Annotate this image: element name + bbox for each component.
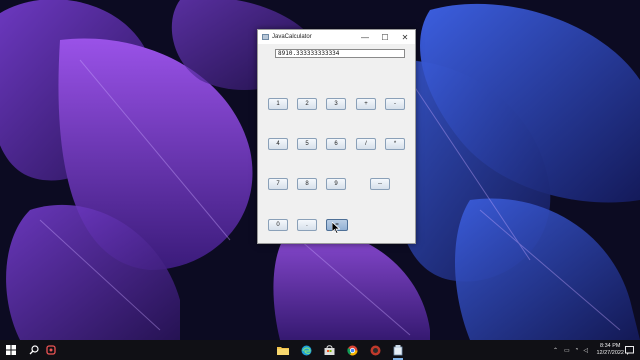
key-dot[interactable]: .	[297, 219, 317, 231]
key-3[interactable]: 3	[326, 98, 346, 110]
key-8[interactable]: 8	[297, 178, 317, 190]
key-clear[interactable]: --	[370, 178, 390, 190]
file-explorer-icon[interactable]	[276, 343, 290, 357]
wifi-icon[interactable]: ◔	[575, 347, 579, 353]
minimize-button[interactable]: —	[355, 30, 375, 44]
key-9[interactable]: 9	[326, 178, 346, 190]
chevron-up-icon[interactable]: ⌃	[553, 347, 558, 354]
key-6[interactable]: 6	[326, 138, 346, 150]
notification-icon[interactable]	[622, 343, 636, 357]
taskbar-clock[interactable]: 8:34 PM 12/27/2022	[596, 343, 624, 357]
key-minus[interactable]: -	[385, 98, 405, 110]
volume-icon[interactable]: ◁	[583, 347, 588, 354]
store-icon[interactable]	[322, 343, 336, 357]
window-titlebar[interactable]: JavaCalculator — ☐ ✕	[258, 30, 415, 44]
key-7[interactable]: 7	[268, 178, 288, 190]
app-icon[interactable]	[44, 343, 58, 357]
window-title: JavaCalculator	[272, 34, 312, 40]
mouse-pointer-icon	[332, 222, 340, 234]
key-multiply[interactable]: *	[385, 138, 405, 150]
calculator-display[interactable]: 8910.333333333334	[275, 49, 405, 58]
app-icon-2[interactable]	[368, 343, 382, 357]
start-icon[interactable]	[4, 343, 18, 357]
close-button[interactable]: ✕	[395, 30, 415, 44]
key-plus[interactable]: +	[356, 98, 376, 110]
system-tray: ⌃ ▭ ◔ ◁	[553, 340, 588, 360]
network-icon[interactable]: ▭	[564, 347, 570, 354]
key-5[interactable]: 5	[297, 138, 317, 150]
taskbar: ⌃ ▭ ◔ ◁ 8:34 PM 12/27/2022	[0, 340, 640, 360]
java-app-icon	[262, 34, 269, 40]
calculator-window: JavaCalculator — ☐ ✕ 8910.333333333334 1…	[257, 29, 416, 244]
clock-time: 8:34 PM	[599, 343, 621, 349]
key-4[interactable]: 4	[268, 138, 288, 150]
key-0[interactable]: 0	[268, 219, 288, 231]
java-icon[interactable]	[391, 343, 405, 360]
clock-date: 12/27/2022	[596, 350, 624, 356]
key-1[interactable]: 1	[268, 98, 288, 110]
edge-icon[interactable]	[299, 343, 313, 357]
search-icon[interactable]	[27, 343, 41, 357]
chrome-icon[interactable]	[345, 343, 359, 357]
key-2[interactable]: 2	[297, 98, 317, 110]
key-divide[interactable]: /	[356, 138, 376, 150]
maximize-button[interactable]: ☐	[375, 30, 395, 44]
